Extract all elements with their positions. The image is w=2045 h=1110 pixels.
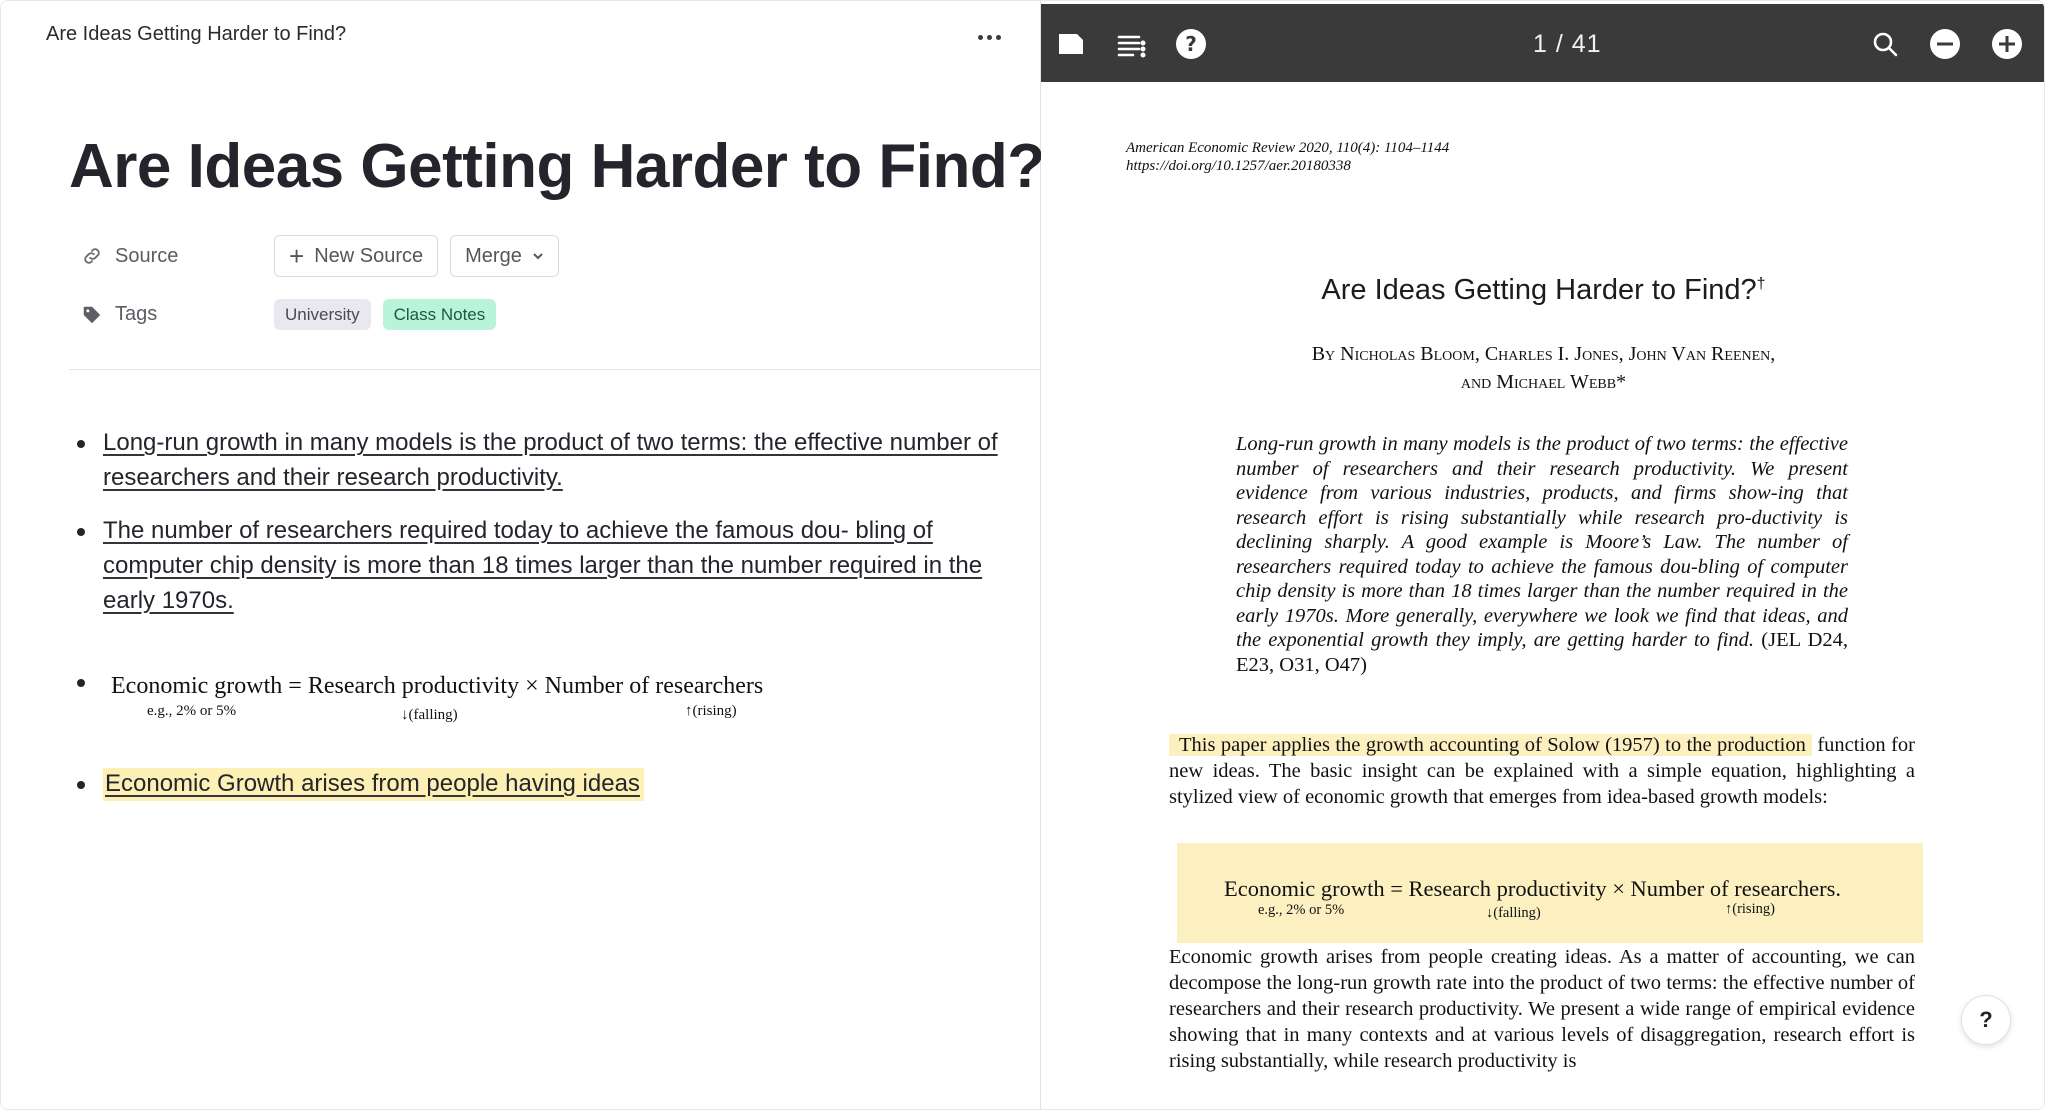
paper-title: Are Ideas Getting Harder to Find?† (1041, 274, 2044, 307)
search-icon[interactable] (1869, 28, 1901, 60)
link-icon (84, 248, 100, 264)
pdf-toolbar: ? 1 / 41 (1041, 4, 2044, 82)
help-button[interactable]: ? (1961, 995, 2011, 1045)
zoom-in-icon[interactable] (1991, 28, 2023, 60)
equation-sub-left: e.g., 2% or 5% (147, 703, 237, 719)
equation-sub-mid: ↓(falling) (401, 707, 458, 723)
tag-icon (83, 306, 101, 323)
bullet-text-highlighted[interactable]: Economic Growth arises from people havin… (103, 768, 644, 801)
app-window: Are Ideas Getting Harder to Find? Are Id… (0, 0, 2045, 1110)
tags-property: Tags University Class Notes (81, 299, 508, 330)
chevron-down-icon (533, 253, 543, 260)
body-paragraph-2: Economic growth arises from people creat… (1169, 946, 1915, 1072)
tags-label: Tags (81, 303, 274, 326)
bullet-text-1[interactable]: Long-run growth in many models is the pr… (103, 429, 998, 491)
citation: American Economic Review 2020, 110(4): 1… (1126, 139, 1449, 175)
more-options-icon[interactable] (971, 19, 1007, 55)
bookmark-icon[interactable] (1055, 28, 1087, 60)
paper-abstract: Long-run growth in many models is the pr… (1236, 432, 1848, 677)
title-footnote-mark: † (1756, 275, 1766, 293)
pdf-viewer: ? 1 / 41 American Economic Review 2020, … (1041, 1, 2044, 1109)
divider (69, 369, 1041, 370)
tags-label-text: Tags (115, 303, 158, 325)
body-paragraph-1: This paper applies the growth accounting… (1169, 732, 1915, 810)
paper-title-text: Are Ideas Getting Harder to Find? (1321, 274, 1757, 306)
source-label-text: Source (115, 244, 179, 267)
list-item[interactable]: The number of researchers required today… (77, 513, 1007, 618)
tag-university[interactable]: University (274, 299, 371, 330)
paper-equation-sub-left: e.g., 2% or 5% (1258, 902, 1345, 918)
new-source-label: New Source (314, 244, 424, 267)
paper-equation-sub-mid: ↓(falling) (1486, 905, 1541, 921)
new-source-button[interactable]: + New Source (274, 235, 439, 277)
paper-equation-sub-right: ↑(rising) (1725, 901, 1775, 917)
tag-class-notes[interactable]: Class Notes (382, 299, 497, 330)
list-item[interactable]: Economic Growth arises from people havin… (77, 766, 644, 801)
window-title: Are Ideas Getting Harder to Find? (46, 23, 347, 45)
authors-line-1: By Nicholas Bloom, Charles I. Jones, Joh… (1311, 343, 1776, 365)
source-property: Source + New Source Merge (81, 235, 571, 277)
paper-equation: Economic growth = Research productivity … (1224, 876, 1842, 921)
paper-authors: By Nicholas Bloom, Charles I. Jones, Joh… (1041, 340, 2044, 396)
list-item[interactable]: Long-run growth in many models is the pr… (77, 425, 1007, 495)
source-label: Source (81, 245, 274, 268)
page-indicator: 1 / 41 (1533, 30, 1602, 58)
note-pane: Are Ideas Getting Harder to Find? Are Id… (1, 1, 1045, 1109)
merge-label: Merge (465, 244, 522, 267)
equation-sub-right: ↑(rising) (685, 703, 737, 719)
paper-equation-main: Economic growth = Research productivity … (1224, 876, 1842, 901)
authors-line-2: and Michael Webb* (1460, 371, 1627, 393)
help-icon[interactable]: ? (1175, 28, 1207, 60)
bullet-text-2[interactable]: The number of researchers required today… (103, 517, 982, 614)
citation-line-2: https://doi.org/10.1257/aer.20180338 (1126, 158, 1351, 174)
svg-text:?: ? (1185, 32, 1197, 56)
page-title[interactable]: Are Ideas Getting Harder to Find? (69, 131, 1045, 202)
citation-line-1: American Economic Review 2020, 110(4): 1… (1126, 140, 1450, 156)
list-item-equation[interactable]: Economic growth = Research productivity … (77, 671, 837, 731)
zoom-out-icon[interactable] (1929, 28, 1961, 60)
equation-highlight[interactable]: Economic growth = Research productivity … (1177, 843, 1923, 943)
merge-dropdown[interactable]: Merge (450, 235, 559, 277)
abstract-text: Long-run growth in many models is the pr… (1236, 433, 1848, 651)
pdf-page: American Economic Review 2020, 110(4): 1… (1041, 82, 2044, 1109)
outline-list-icon[interactable] (1115, 28, 1147, 60)
equation-image: Economic growth = Research productivity … (111, 673, 764, 723)
highlighted-sentence[interactable]: This paper applies the growth accounting… (1169, 734, 1812, 756)
equation-main: Economic growth = Research productivity … (111, 673, 764, 699)
plus-icon: + (289, 241, 305, 271)
bullet-list: Long-run growth in many models is the pr… (77, 425, 1007, 618)
